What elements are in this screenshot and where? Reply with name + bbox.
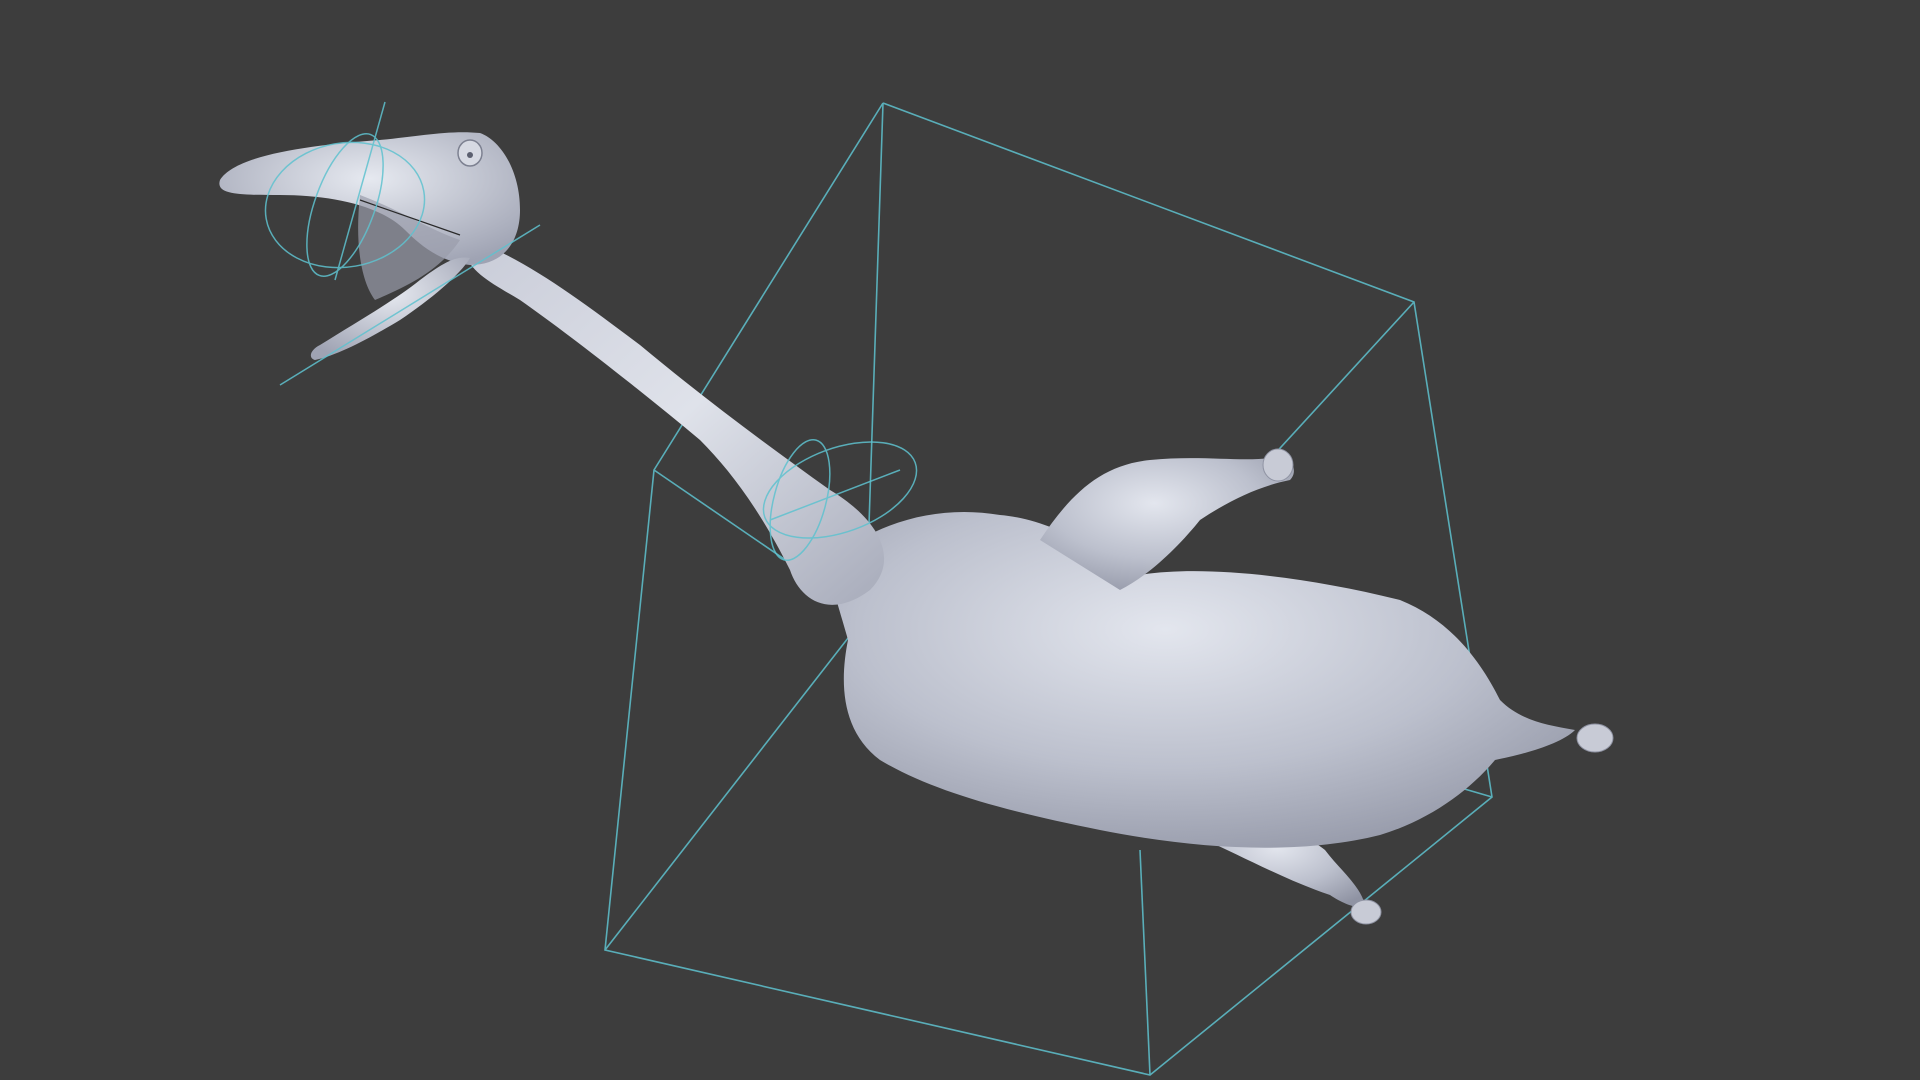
creature-head <box>219 132 520 360</box>
creature-body <box>830 512 1614 848</box>
3d-viewport[interactable] <box>0 0 1920 1080</box>
creature-neck <box>466 240 885 605</box>
